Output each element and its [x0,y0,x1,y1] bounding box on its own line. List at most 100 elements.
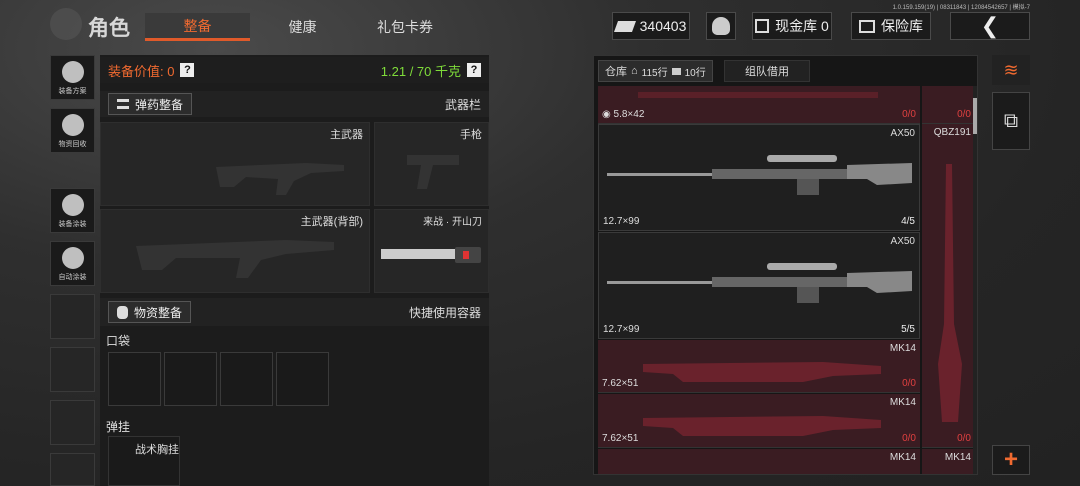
item-name: QBZ191 [933,127,971,138]
tab-storage[interactable]: 仓库 ⌂ 115行 10行 [598,60,713,82]
weight-display: 1.21 / 70 千克 [380,63,461,79]
add-button[interactable]: + [992,445,1030,475]
version-text: 1.0.159.159(19) | 08311843 | 12084542657… [892,5,1030,11]
storage-item[interactable]: MK14 7.62×51 0/0 [598,394,920,448]
supply-section-header: 物资整备 快捷使用容器 [100,298,489,326]
character-logo-icon [50,8,82,40]
melee-slot[interactable]: 来战 · 开山刀 [374,209,489,293]
rail-label: 装备方案 [58,88,87,95]
ammo-icon [117,99,129,109]
cash-vault-button[interactable]: 现金库 0 [752,12,832,40]
weapon-bar-label: 武器栏 [444,97,481,112]
item-name: MK14 [889,452,916,463]
item-count: 4/5 [901,216,915,227]
rig-label: 弹挂 [106,420,131,434]
sort-storage-button[interactable]: ⧉ [992,92,1030,150]
page-title: 角色 [88,17,130,40]
tab-gift-cards[interactable]: 礼包卡券 [355,13,455,41]
safe-icon [859,19,875,33]
storage-item[interactable]: AX50 12.7×99 5/5 [598,232,920,339]
avatar-icon [712,17,730,35]
vertical-rifle-icon [938,164,962,422]
item-count: 0/0 [902,378,916,389]
pocket-slot[interactable] [164,352,217,406]
tab-team-borrow[interactable]: 组队借用 [724,60,810,82]
helmet-icon [61,61,84,83]
cash-vault-label: 现金库 0 [775,18,829,34]
machete-icon [381,247,481,263]
rail-auto-skin[interactable]: 自动涂装 [50,241,95,286]
storage-item[interactable]: AX50 12.7×99 4/5 [598,124,920,231]
value-help-icon[interactable]: ? [180,63,195,77]
item-name: AX50 [890,128,915,139]
rail-label: 物资回收 [58,141,87,148]
rig-slot[interactable]: 战术胸挂 [108,436,180,486]
primary-weapon-slot[interactable]: 主武器 [100,122,370,206]
storage-item-side[interactable]: MK14 [922,449,975,474]
rail-empty-slot [50,453,95,486]
chevron-left-icon: ❮ [980,13,1000,38]
rail-empty-slot [50,294,95,339]
item-count: 0/0 [902,433,916,444]
supply-loadout-button[interactable]: 物资整备 [108,301,192,323]
safe-box-button[interactable]: 保险库 [851,12,931,40]
currency-display[interactable]: 340403 [612,12,690,40]
rail-recycle[interactable]: 物资回收 [50,108,95,153]
layers-button[interactable]: ≋ [992,55,1030,85]
vault-icon [755,19,770,33]
rail-skin[interactable]: 装备涂装 [50,188,95,233]
slot-label: 来战 · 开山刀 [423,217,482,228]
rail-loadout-plan[interactable]: 装备方案 [50,55,95,100]
storage-item-side[interactable]: QBZ191 0/0 [922,124,975,448]
pistol-slot[interactable]: 手枪 [374,122,489,206]
supply-button-label: 物资整备 [134,305,183,320]
item-name: MK14 [944,452,971,463]
rail-empty-slot [50,347,95,392]
back-button[interactable]: ❮ [950,12,1030,40]
currency-amount: 340403 [639,18,687,34]
pocket-slot[interactable] [108,352,161,406]
rows-b-count: 10行 [684,67,706,79]
home-icon: ⌂ [631,65,638,77]
pocket-slot[interactable] [220,352,273,406]
plus-icon: + [1003,446,1018,473]
layers-icon: ≋ [1003,60,1019,80]
item-count: 0/0 [957,433,971,444]
item-caliber: 7.62×51 [602,433,639,444]
item-count: 5/5 [901,324,915,335]
team-tab-label: 组队借用 [745,66,789,78]
storage-item[interactable]: ◉ 5.8×42 0/0 [598,86,920,124]
rail-label: 装备涂装 [58,221,87,228]
ticket-icon [671,67,681,75]
storage-tab-label: 仓库 [605,66,627,78]
primary-back-slot[interactable]: 主武器(背部) [100,209,370,293]
pocket-slot[interactable] [276,352,329,406]
ammo-loadout-button[interactable]: 弹药整备 [108,93,193,115]
storage-item-side[interactable]: 0/0 [922,86,975,124]
rifle-icon [643,416,881,436]
recycle-icon [61,114,84,136]
rig-item-label: 战术胸挂 [135,444,179,456]
storage-item[interactable]: MK14 7.62×51 0/0 [598,340,920,393]
rifle-silhouette-icon [136,240,334,278]
rifle-icon [638,92,878,98]
cash-icon [613,20,636,32]
item-count: 0/0 [957,109,971,120]
storage-item[interactable]: MK14 [598,449,920,474]
item-caliber: ◉ 5.8×42 [602,109,645,120]
tab-health[interactable]: 健康 [260,13,345,41]
storage-panel: 仓库 ⌂ 115行 10行 组队借用 ◉ 5.8×42 0/0 AX50 12.… [593,55,978,475]
ammo-type-icon: ◉ [602,109,611,120]
rows-a-count: 115行 [641,67,668,79]
rifle-icon [643,362,881,382]
scrollbar-track[interactable] [973,86,977,474]
rifle-silhouette-icon [216,163,344,195]
spray-icon [61,247,84,269]
stack-down-icon: ⧉ [1003,110,1019,132]
scrollbar-thumb[interactable] [973,98,977,134]
avatar-button[interactable] [706,12,736,40]
tab-loadout[interactable]: 整备 [145,13,250,41]
weight-help-icon[interactable]: ? [467,63,481,77]
weapon-section-header: 弹药整备 武器栏 [100,91,489,117]
slot-label: 主武器 [330,129,363,141]
